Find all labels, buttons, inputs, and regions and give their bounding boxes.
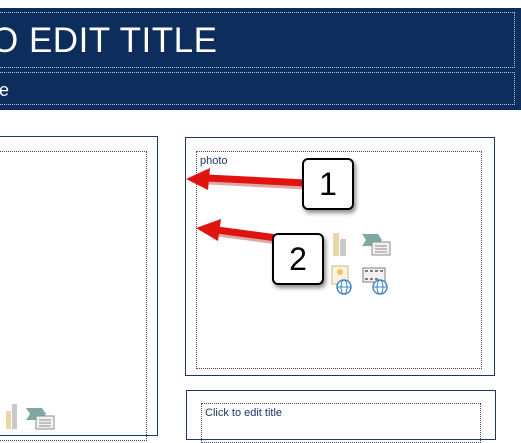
callout-1: 1 [302,158,354,210]
arrow-1 [186,168,312,190]
callout-2: 2 [272,233,324,285]
annotation-arrows [186,168,312,245]
callout-1-number: 1 [319,165,337,202]
callout-2-number: 2 [289,240,307,277]
arrow-2 [196,219,283,245]
